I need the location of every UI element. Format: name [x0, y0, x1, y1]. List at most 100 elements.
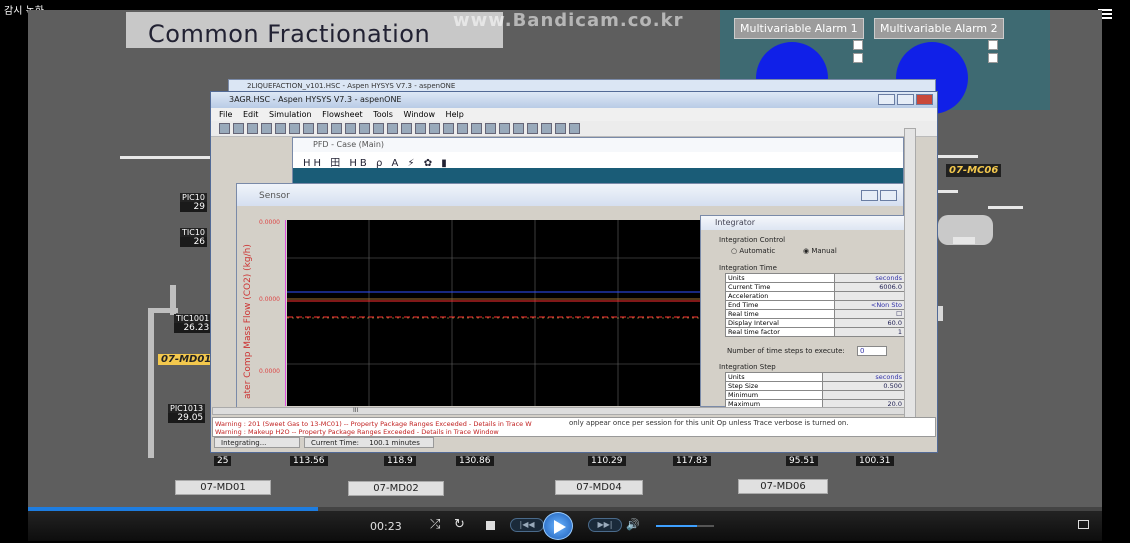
- tag-value: 29.05: [168, 413, 206, 423]
- warning-icon[interactable]: [569, 123, 580, 134]
- dynamic-icon[interactable]: [527, 123, 538, 134]
- menu-help[interactable]: Help: [446, 110, 464, 119]
- stream-icon[interactable]: [303, 123, 314, 134]
- md06-button[interactable]: 07-MD06: [738, 479, 828, 494]
- open-icon[interactable]: [233, 123, 244, 134]
- workbook-icon[interactable]: [331, 123, 342, 134]
- time-row-label: Real time factor: [724, 327, 836, 337]
- next-icon[interactable]: ▶▶|: [588, 518, 622, 532]
- sensor-minimize-button[interactable]: [861, 190, 878, 201]
- time-row-value[interactable]: 1: [834, 327, 905, 337]
- md04-button[interactable]: 07-MD04: [555, 480, 643, 495]
- step-row-label: Units: [725, 372, 823, 382]
- alarm-2-reset-box[interactable]: [988, 53, 998, 63]
- integrator-icon[interactable]: [471, 123, 482, 134]
- pfd-toolbar[interactable]: HH 田 HB ρ A ⚡ ✿ ▮: [293, 152, 903, 169]
- repeat-icon[interactable]: ↻: [454, 517, 465, 532]
- tree-icon[interactable]: [429, 123, 440, 134]
- integrator-window[interactable]: Integrator Integration Control ○ Automat…: [700, 215, 906, 409]
- menu-simulation[interactable]: Simulation: [269, 110, 312, 119]
- step-row-label: Minimum: [725, 390, 823, 400]
- automatic-radio[interactable]: ○ Automatic: [731, 247, 775, 255]
- chart-icon[interactable]: [387, 123, 398, 134]
- run-icon[interactable]: [541, 123, 552, 134]
- strip-chart-icon[interactable]: [401, 123, 412, 134]
- grid-icon[interactable]: [373, 123, 384, 134]
- bottom-value: 130.86: [456, 456, 494, 466]
- step-row-value[interactable]: seconds: [821, 372, 906, 382]
- previous-icon[interactable]: |◀◀: [510, 518, 544, 532]
- status-time-label: Current Time:: [311, 439, 360, 447]
- time-row-value[interactable]: 6006.0: [834, 282, 905, 292]
- steps-input[interactable]: 0: [857, 346, 887, 356]
- save-icon[interactable]: [247, 123, 258, 134]
- step-row-value[interactable]: [821, 390, 906, 400]
- save-as-icon[interactable]: [261, 123, 272, 134]
- alarm-1-button[interactable]: Multivariable Alarm 1: [734, 18, 864, 39]
- alarm-2-ack-box[interactable]: [988, 40, 998, 50]
- time-row-label: Real time: [724, 309, 836, 319]
- pipe: [170, 285, 176, 315]
- new-icon[interactable]: [219, 123, 230, 134]
- close-button[interactable]: [916, 94, 933, 105]
- form-icon[interactable]: [457, 123, 468, 134]
- integrator-titlebar[interactable]: Integrator: [701, 216, 905, 230]
- alarm-1-ack-box[interactable]: [853, 40, 863, 50]
- play-button[interactable]: [543, 512, 573, 540]
- mc06-tag[interactable]: 07-MC06: [946, 164, 1002, 177]
- time-row-value[interactable]: <Non Sto: [834, 300, 905, 310]
- status-time: Current Time: 100.1 minutes: [304, 437, 434, 448]
- tic1001-tag[interactable]: TIC1001 26.23: [174, 314, 212, 333]
- unit-op-icon[interactable]: [317, 123, 328, 134]
- md01-tag[interactable]: 07-MD01: [158, 354, 215, 365]
- time-row-value[interactable]: seconds: [834, 273, 905, 283]
- equation-icon[interactable]: [499, 123, 510, 134]
- vessel-label-plate: [953, 237, 975, 244]
- pencil-icon[interactable]: [485, 123, 496, 134]
- step-row-value[interactable]: 0.500: [821, 381, 906, 391]
- time-row-value[interactable]: 60.0: [834, 318, 905, 328]
- sensor-title: Sensor: [259, 191, 290, 201]
- pfd-icon[interactable]: [345, 123, 356, 134]
- real-time-checkbox[interactable]: ☐: [834, 309, 905, 319]
- y-tick: 0.0000: [259, 296, 280, 303]
- alarm-1-reset-box[interactable]: [853, 53, 863, 63]
- bottom-value: 110.29: [588, 456, 626, 466]
- md01-button[interactable]: 07-MD01: [175, 480, 271, 495]
- manual-radio[interactable]: ◉ Manual: [803, 247, 837, 255]
- menu-edit[interactable]: Edit: [243, 110, 259, 119]
- databook-icon[interactable]: [359, 123, 370, 134]
- volume-icon[interactable]: 🔊: [626, 518, 640, 531]
- component-icon[interactable]: [275, 123, 286, 134]
- shuffle-icon[interactable]: ⤮: [430, 517, 440, 532]
- menu-window[interactable]: Window: [403, 110, 435, 119]
- status-bar: Integrating... Current Time: 100.1 minut…: [212, 437, 936, 449]
- menu-file[interactable]: File: [219, 110, 232, 119]
- main-titlebar[interactable]: 3AGR.HSC - Aspen HYSYS V7.3 - aspenONE: [211, 92, 937, 108]
- stop-icon[interactable]: [555, 123, 566, 134]
- menu-tools[interactable]: Tools: [373, 110, 393, 119]
- horizontal-scrollbar[interactable]: III: [212, 407, 905, 415]
- fullscreen-icon[interactable]: [1078, 520, 1089, 529]
- time-row-value[interactable]: [834, 291, 905, 301]
- sensor-titlebar[interactable]: Sensor: [237, 184, 903, 206]
- menu-flowsheet[interactable]: Flowsheet: [322, 110, 362, 119]
- trace-window[interactable]: Warning : 201 (Sweet Gas to 13-MC01) -- …: [212, 417, 936, 437]
- table-icon[interactable]: [443, 123, 454, 134]
- fluid-package-icon[interactable]: [289, 123, 300, 134]
- sensor-plot-svg: [287, 220, 704, 406]
- maximize-button[interactable]: [897, 94, 914, 105]
- vertical-scrollbar[interactable]: [904, 128, 916, 418]
- alarm-2-button[interactable]: Multivariable Alarm 2: [874, 18, 1004, 39]
- sensor-plot[interactable]: [287, 220, 704, 406]
- pic1013-tag[interactable]: PIC1013 29.05: [168, 404, 206, 423]
- md02-button[interactable]: 07-MD02: [348, 481, 444, 496]
- steady-state-icon[interactable]: [513, 123, 524, 134]
- tic10-tag[interactable]: TIC10 26: [180, 228, 208, 247]
- stop-icon[interactable]: [486, 521, 495, 530]
- y-tick: 0.0000: [259, 219, 280, 226]
- sensor-maximize-button[interactable]: [880, 190, 897, 201]
- minimize-button[interactable]: [878, 94, 895, 105]
- object-icon[interactable]: [415, 123, 426, 134]
- pic10-tag[interactable]: PIC10 29: [180, 193, 207, 212]
